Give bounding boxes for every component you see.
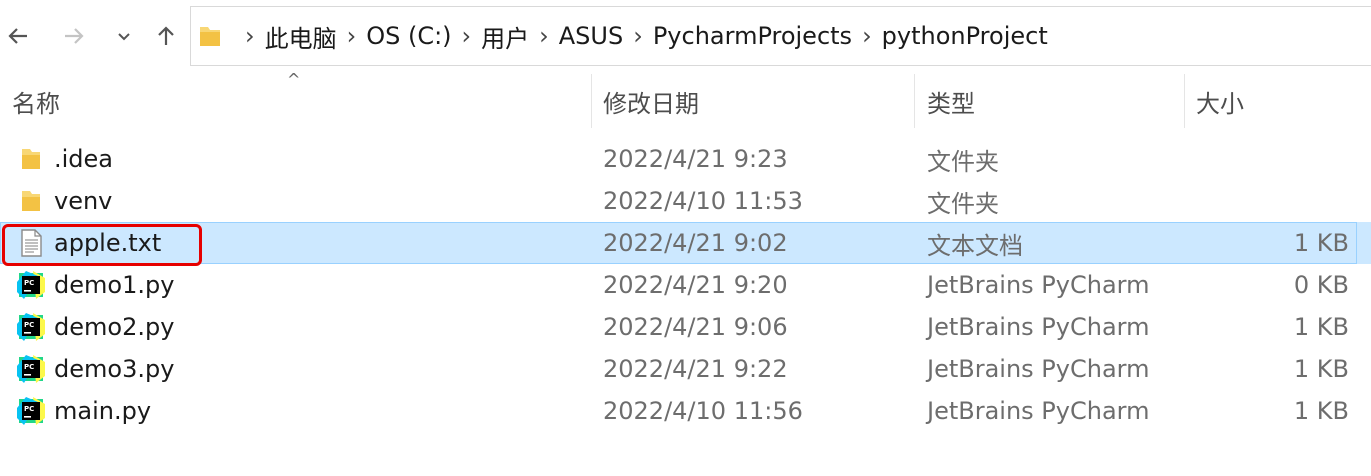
arrow-left-icon (8, 28, 27, 44)
column-header: 名称 修改日期 类型 大小 (0, 74, 1371, 128)
column-divider[interactable] (591, 74, 592, 128)
file-size: 1 KB (1293, 397, 1349, 425)
file-name: venv (54, 187, 113, 215)
file-date: 2022/4/21 9:02 (603, 229, 788, 257)
breadcrumb-pythonproject[interactable]: pythonProject (882, 22, 1048, 50)
svg-text:PC: PC (24, 405, 34, 413)
file-name: demo2.py (54, 313, 175, 341)
address-bar[interactable]: › 此电脑 › OS (C:) › 用户 › ASUS › PycharmPro… (190, 6, 1371, 66)
arrow-up-icon (158, 26, 174, 45)
file-row-main-py[interactable]: PC main.py 2022/4/10 11:56 JetBrains PyC… (0, 390, 1371, 432)
file-name: demo1.py (54, 271, 175, 299)
annotation-highlight-box (2, 224, 202, 266)
chevron-right-icon[interactable]: › (462, 22, 472, 50)
svg-text:PC: PC (24, 363, 34, 371)
breadcrumb-drive-c[interactable]: OS (C:) (366, 22, 451, 50)
folder-icon (14, 184, 48, 218)
file-row-idea[interactable]: .idea 2022/4/21 9:23 文件夹 (0, 138, 1371, 180)
recent-locations-button[interactable] (106, 18, 142, 54)
file-name: .idea (54, 145, 114, 173)
breadcrumb-pycharmprojects[interactable]: PycharmProjects (653, 22, 852, 50)
file-date: 2022/4/21 9:22 (603, 355, 788, 383)
file-row-demo2-py[interactable]: PC demo2.py 2022/4/21 9:06 JetBrains PyC… (0, 306, 1371, 348)
pycharm-icon: PC (14, 268, 48, 302)
folder-icon (14, 142, 48, 176)
file-name: main.py (54, 397, 152, 425)
file-size: 1 KB (1293, 229, 1349, 257)
svg-text:PC: PC (24, 321, 34, 329)
breadcrumb: › 此电脑 › OS (C:) › 用户 › ASUS › PycharmPro… (235, 7, 1048, 65)
file-size: 1 KB (1293, 355, 1349, 383)
file-row-venv[interactable]: venv 2022/4/10 11:53 文件夹 (0, 180, 1371, 222)
pycharm-icon: PC (14, 310, 48, 344)
file-size: 0 KB (1293, 271, 1349, 299)
file-name: demo3.py (54, 355, 175, 383)
column-date[interactable]: 修改日期 (603, 74, 699, 128)
file-type: JetBrains PyCharm (927, 397, 1150, 425)
chevron-right-icon[interactable]: › (633, 22, 643, 50)
svg-text:PC: PC (24, 279, 34, 287)
file-type: 文本文档 (927, 231, 1023, 260)
column-name[interactable]: 名称 (12, 74, 60, 128)
file-date: 2022/4/21 9:20 (603, 271, 788, 299)
file-date: 2022/4/10 11:53 (603, 187, 803, 215)
chevron-right-icon[interactable]: › (862, 22, 872, 50)
chevron-right-icon[interactable]: › (539, 22, 549, 50)
folder-icon (199, 24, 221, 52)
chevron-down-icon (118, 33, 130, 41)
forward-button[interactable] (56, 18, 92, 54)
back-button[interactable] (0, 18, 36, 54)
file-row-apple-txt[interactable]: apple.txt 2022/4/21 9:02 文本文档 1 KB (0, 222, 1371, 264)
file-date: 2022/4/21 9:06 (603, 313, 788, 341)
chevron-right-icon[interactable]: › (347, 22, 357, 50)
file-date: 2022/4/21 9:23 (603, 145, 788, 173)
breadcrumb-users[interactable]: 用户 (481, 19, 529, 54)
file-type: JetBrains PyCharm (927, 271, 1150, 299)
file-size: 1 KB (1293, 313, 1349, 341)
arrow-right-icon (65, 28, 84, 44)
file-type: 文件夹 (927, 189, 999, 218)
file-type: JetBrains PyCharm (927, 355, 1150, 383)
navigation-toolbar: › 此电脑 › OS (C:) › 用户 › ASUS › PycharmPro… (0, 0, 1371, 74)
file-date: 2022/4/10 11:56 (603, 397, 803, 425)
column-divider[interactable] (1184, 74, 1185, 128)
file-row-demo1-py[interactable]: PC demo1.py 2022/4/21 9:20 JetBrains PyC… (0, 264, 1371, 306)
column-divider[interactable] (914, 74, 915, 128)
breadcrumb-this-pc[interactable]: 此电脑 (265, 19, 337, 54)
column-type[interactable]: 类型 (927, 74, 975, 128)
file-row-demo3-py[interactable]: PC demo3.py 2022/4/21 9:22 JetBrains PyC… (0, 348, 1371, 390)
file-type: 文件夹 (927, 147, 999, 176)
up-button[interactable] (148, 18, 184, 54)
breadcrumb-asus[interactable]: ASUS (559, 22, 623, 50)
file-list: .idea 2022/4/21 9:23 文件夹 venv 2022/4/10 … (0, 138, 1371, 432)
pycharm-icon: PC (14, 394, 48, 428)
file-type: JetBrains PyCharm (927, 313, 1150, 341)
chevron-right-icon[interactable]: › (245, 22, 255, 50)
pycharm-icon: PC (14, 352, 48, 386)
column-size[interactable]: 大小 (1196, 74, 1244, 128)
